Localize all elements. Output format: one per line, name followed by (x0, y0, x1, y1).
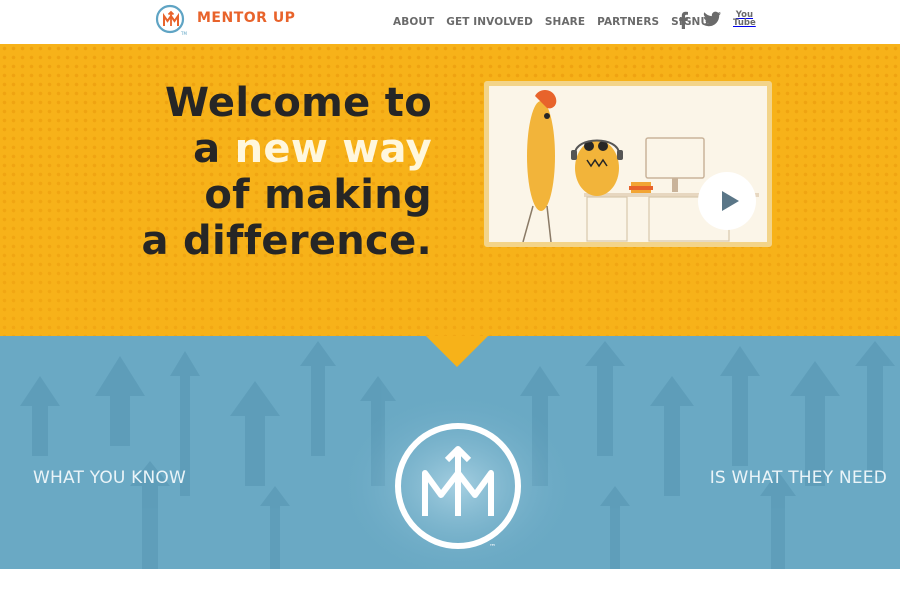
mentor-up-emblem-icon (395, 423, 521, 549)
hero-pointer-notch (426, 336, 488, 367)
nav-share[interactable]: SHARE (545, 16, 585, 28)
logo[interactable]: TM MENTOR UP (155, 4, 295, 36)
trademark-mark: ™ (489, 543, 496, 551)
facebook-icon[interactable] (678, 11, 689, 29)
svg-text:TM: TM (180, 31, 187, 36)
brand-name: MENTOR UP (197, 10, 296, 26)
nav-partners[interactable]: PARTNERS (597, 16, 659, 28)
twitter-icon[interactable] (703, 11, 721, 27)
headline-line-3: of making (204, 172, 432, 218)
nav-get-involved[interactable]: GET INVOLVED (446, 16, 533, 28)
tagline-right: IS WHAT THEY NEED (709, 468, 887, 488)
nav-about[interactable]: ABOUT (393, 16, 434, 28)
headline-highlight: new way (234, 126, 432, 172)
headline-line-2-prefix: a (193, 126, 221, 172)
headline-line-2: a new way (142, 126, 432, 172)
headline-line-1: Welcome to (164, 80, 432, 126)
hero-headline: Welcome to a new way of making a differe… (142, 80, 432, 264)
headline-line-4: a difference. (141, 218, 432, 264)
play-icon[interactable] (698, 172, 756, 230)
youtube-label-bottom: Tube (733, 18, 756, 28)
tagline-left: WHAT YOU KNOW (33, 468, 187, 488)
mentor-up-logo-icon: TM (155, 4, 187, 36)
youtube-icon[interactable]: You Tube (733, 11, 756, 28)
intro-video-player[interactable] (484, 81, 772, 247)
top-header: TM MENTOR UP ABOUT GET INVOLVED SHARE PA… (0, 0, 900, 44)
